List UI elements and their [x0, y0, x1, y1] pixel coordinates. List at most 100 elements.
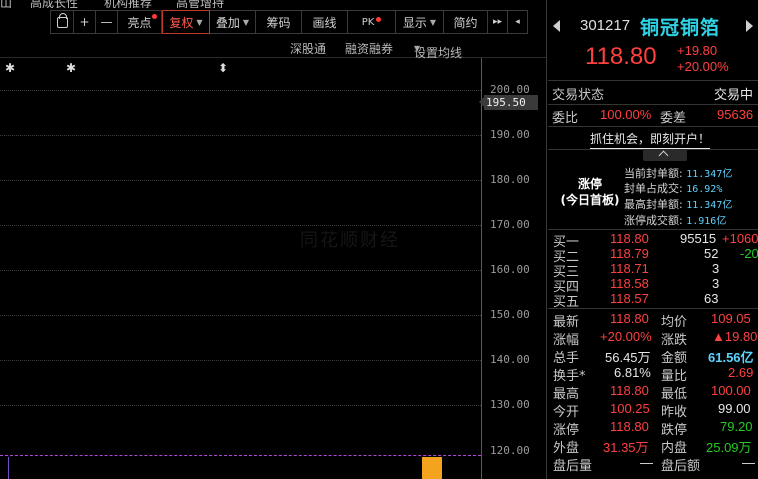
stat-value: 11.347亿 — [686, 200, 733, 211]
limit-price-line — [0, 455, 481, 456]
display-dropdown[interactable]: 显示 ▼ — [396, 10, 444, 34]
price-tick: 120.00 — [490, 444, 530, 457]
q-label: 换手* — [553, 369, 586, 384]
divider — [548, 80, 758, 81]
simple-mode-label: 简约 — [453, 15, 478, 30]
quote-row: 换手* 6.81% 量比 2.69 — [548, 365, 758, 384]
top-tab[interactable]: 高成长性 — [30, 0, 78, 8]
q-label: 盘后额 — [661, 459, 701, 474]
quote-row: 外盘 31.35万 内盘 25.09万 — [548, 437, 758, 456]
event-marker[interactable]: ✱ — [5, 61, 15, 75]
q-value: ▲19.80 — [712, 329, 758, 344]
quote-panel: 301217 铜冠铜箔 118.80 +19.80 +20.00% 交易状态 交… — [548, 0, 758, 479]
q-value: 31.35万 — [603, 440, 649, 455]
stat-value: 11.347亿 — [686, 169, 733, 180]
ob-change: +1060 — [722, 231, 758, 246]
event-marker[interactable]: ✱ — [66, 61, 76, 75]
plus-icon: + — [79, 15, 90, 29]
price-tick: 150.00 — [490, 308, 530, 321]
quote-row: 涨停 118.80 跌停 79.20 — [548, 419, 758, 438]
q-label: 金额 — [661, 351, 688, 366]
draw-line-button[interactable]: 画线 — [302, 10, 348, 34]
double-chevron-right-icon: ▸▸ — [492, 17, 503, 27]
q-label: 涨幅 — [553, 333, 580, 348]
gridline — [0, 405, 481, 406]
caret-down-icon: ▼ — [429, 17, 437, 27]
gridline — [0, 315, 481, 316]
quote-row: 最高 118.80 最低 100.00 — [548, 383, 758, 402]
q-label: 昨收 — [661, 405, 688, 420]
event-marker[interactable]: ⬍ — [218, 61, 228, 75]
overlay-label: 叠加 — [215, 15, 240, 30]
limit-up-stat: 涨停成交额: 1.916亿 — [624, 212, 726, 228]
stat-label: 最高封单额: — [624, 198, 683, 211]
price-chart[interactable]: ✱ ✱ ⬍ 同花顺财经 200.00 190.00 180.00 170.00 … — [0, 58, 546, 479]
top-tab[interactable]: 高管增持 — [176, 0, 224, 8]
q-label: 外盘 — [553, 441, 580, 456]
ob-price: 118.79 — [610, 246, 649, 261]
zoom-in-button[interactable]: + — [74, 10, 96, 34]
pk-button[interactable]: PK — [348, 10, 396, 34]
order-book-row[interactable]: 买二 118.79 52 -20 — [548, 246, 758, 265]
q-value: 109.05 — [711, 311, 751, 326]
q-label: 涨停 — [553, 423, 580, 438]
limit-up-subtitle: (今日首板) — [560, 193, 620, 207]
price-change: +19.80 — [677, 43, 718, 58]
simple-mode-button[interactable]: 简约 — [444, 10, 488, 34]
stock-code: 301217 — [580, 17, 631, 34]
price-tick: 140.00 — [490, 353, 530, 366]
q-value: 118.80 — [610, 311, 649, 326]
chevron-left-icon: ◂ — [515, 17, 520, 27]
highlight-label: 亮点 — [127, 15, 152, 30]
ob-volume: 52 — [704, 246, 719, 261]
collapse-chevron-icon[interactable] — [643, 149, 687, 161]
lock-button[interactable] — [50, 10, 74, 34]
prev-stock-icon[interactable] — [553, 20, 560, 32]
pk-label: PK — [361, 16, 375, 28]
next-stock-icon[interactable] — [746, 20, 753, 32]
gridline — [0, 225, 481, 226]
q-value: 100.00 — [711, 383, 751, 398]
collapse-button[interactable]: ◂ — [508, 10, 528, 34]
open-account-link[interactable]: 抓住机会，即刻开户！ — [590, 130, 711, 149]
overlay-dropdown[interactable]: 叠加 ▼ — [210, 10, 256, 34]
order-book-row[interactable]: 买四 118.58 3 — [548, 276, 758, 295]
expand-button[interactable]: ▸▸ — [488, 10, 508, 34]
stock-name[interactable]: 铜冠铜箔 — [640, 13, 720, 40]
limit-up-stat: 最高封单额: 11.347亿 — [624, 196, 732, 212]
chips-button[interactable]: 筹码 — [256, 10, 302, 34]
gridline — [0, 90, 481, 91]
order-book-row[interactable]: 买一 118.80 95515 +1060 — [548, 231, 758, 250]
ob-volume: 95515 — [680, 231, 717, 246]
price-axis-separator — [481, 58, 482, 479]
top-tab[interactable]: 山 — [0, 0, 12, 8]
adjust-label: 复权 — [169, 15, 194, 30]
weicha-value: 95636 — [717, 107, 754, 122]
quote-header: 301217 铜冠铜箔 — [548, 12, 758, 40]
quote-row: 盘后量 — 盘后额 — — [548, 455, 758, 474]
connect-link[interactable]: 深股通 — [290, 40, 326, 57]
q-label: 总手 — [553, 351, 580, 366]
top-tab[interactable]: 机构推荐 — [104, 0, 152, 8]
order-book-row[interactable]: 买五 118.57 63 — [548, 291, 758, 310]
volume-bar — [422, 457, 442, 479]
q-label: 跌停 — [661, 423, 688, 438]
order-book-row[interactable]: 买三 118.71 3 — [548, 261, 758, 280]
ob-volume: 3 — [712, 276, 720, 291]
stat-label: 涨停成交额: — [624, 214, 683, 227]
price-tick: 160.00 — [490, 263, 530, 276]
quote-row: 今开 100.25 昨收 99.00 — [548, 401, 758, 420]
adjust-dropdown[interactable]: 复权 ▼ — [162, 10, 210, 34]
quote-row: 最新 118.80 均价 109.05 — [548, 311, 758, 330]
price-tick: 130.00 — [490, 398, 530, 411]
q-value: 25.09万 — [706, 440, 752, 455]
top-tab-strip: 山 高成长性 机构推荐 高管增持 — [0, 0, 548, 8]
q-label: 盘后量 — [553, 459, 593, 474]
q-value: — — [742, 455, 755, 470]
zoom-out-button[interactable]: — — [96, 10, 118, 34]
divider — [548, 126, 758, 127]
q-label: 最低 — [661, 387, 688, 402]
highlight-button[interactable]: 亮点 — [118, 10, 162, 34]
stat-value: 1.916亿 — [686, 216, 727, 227]
margin-link[interactable]: 融资融券 — [345, 40, 393, 57]
